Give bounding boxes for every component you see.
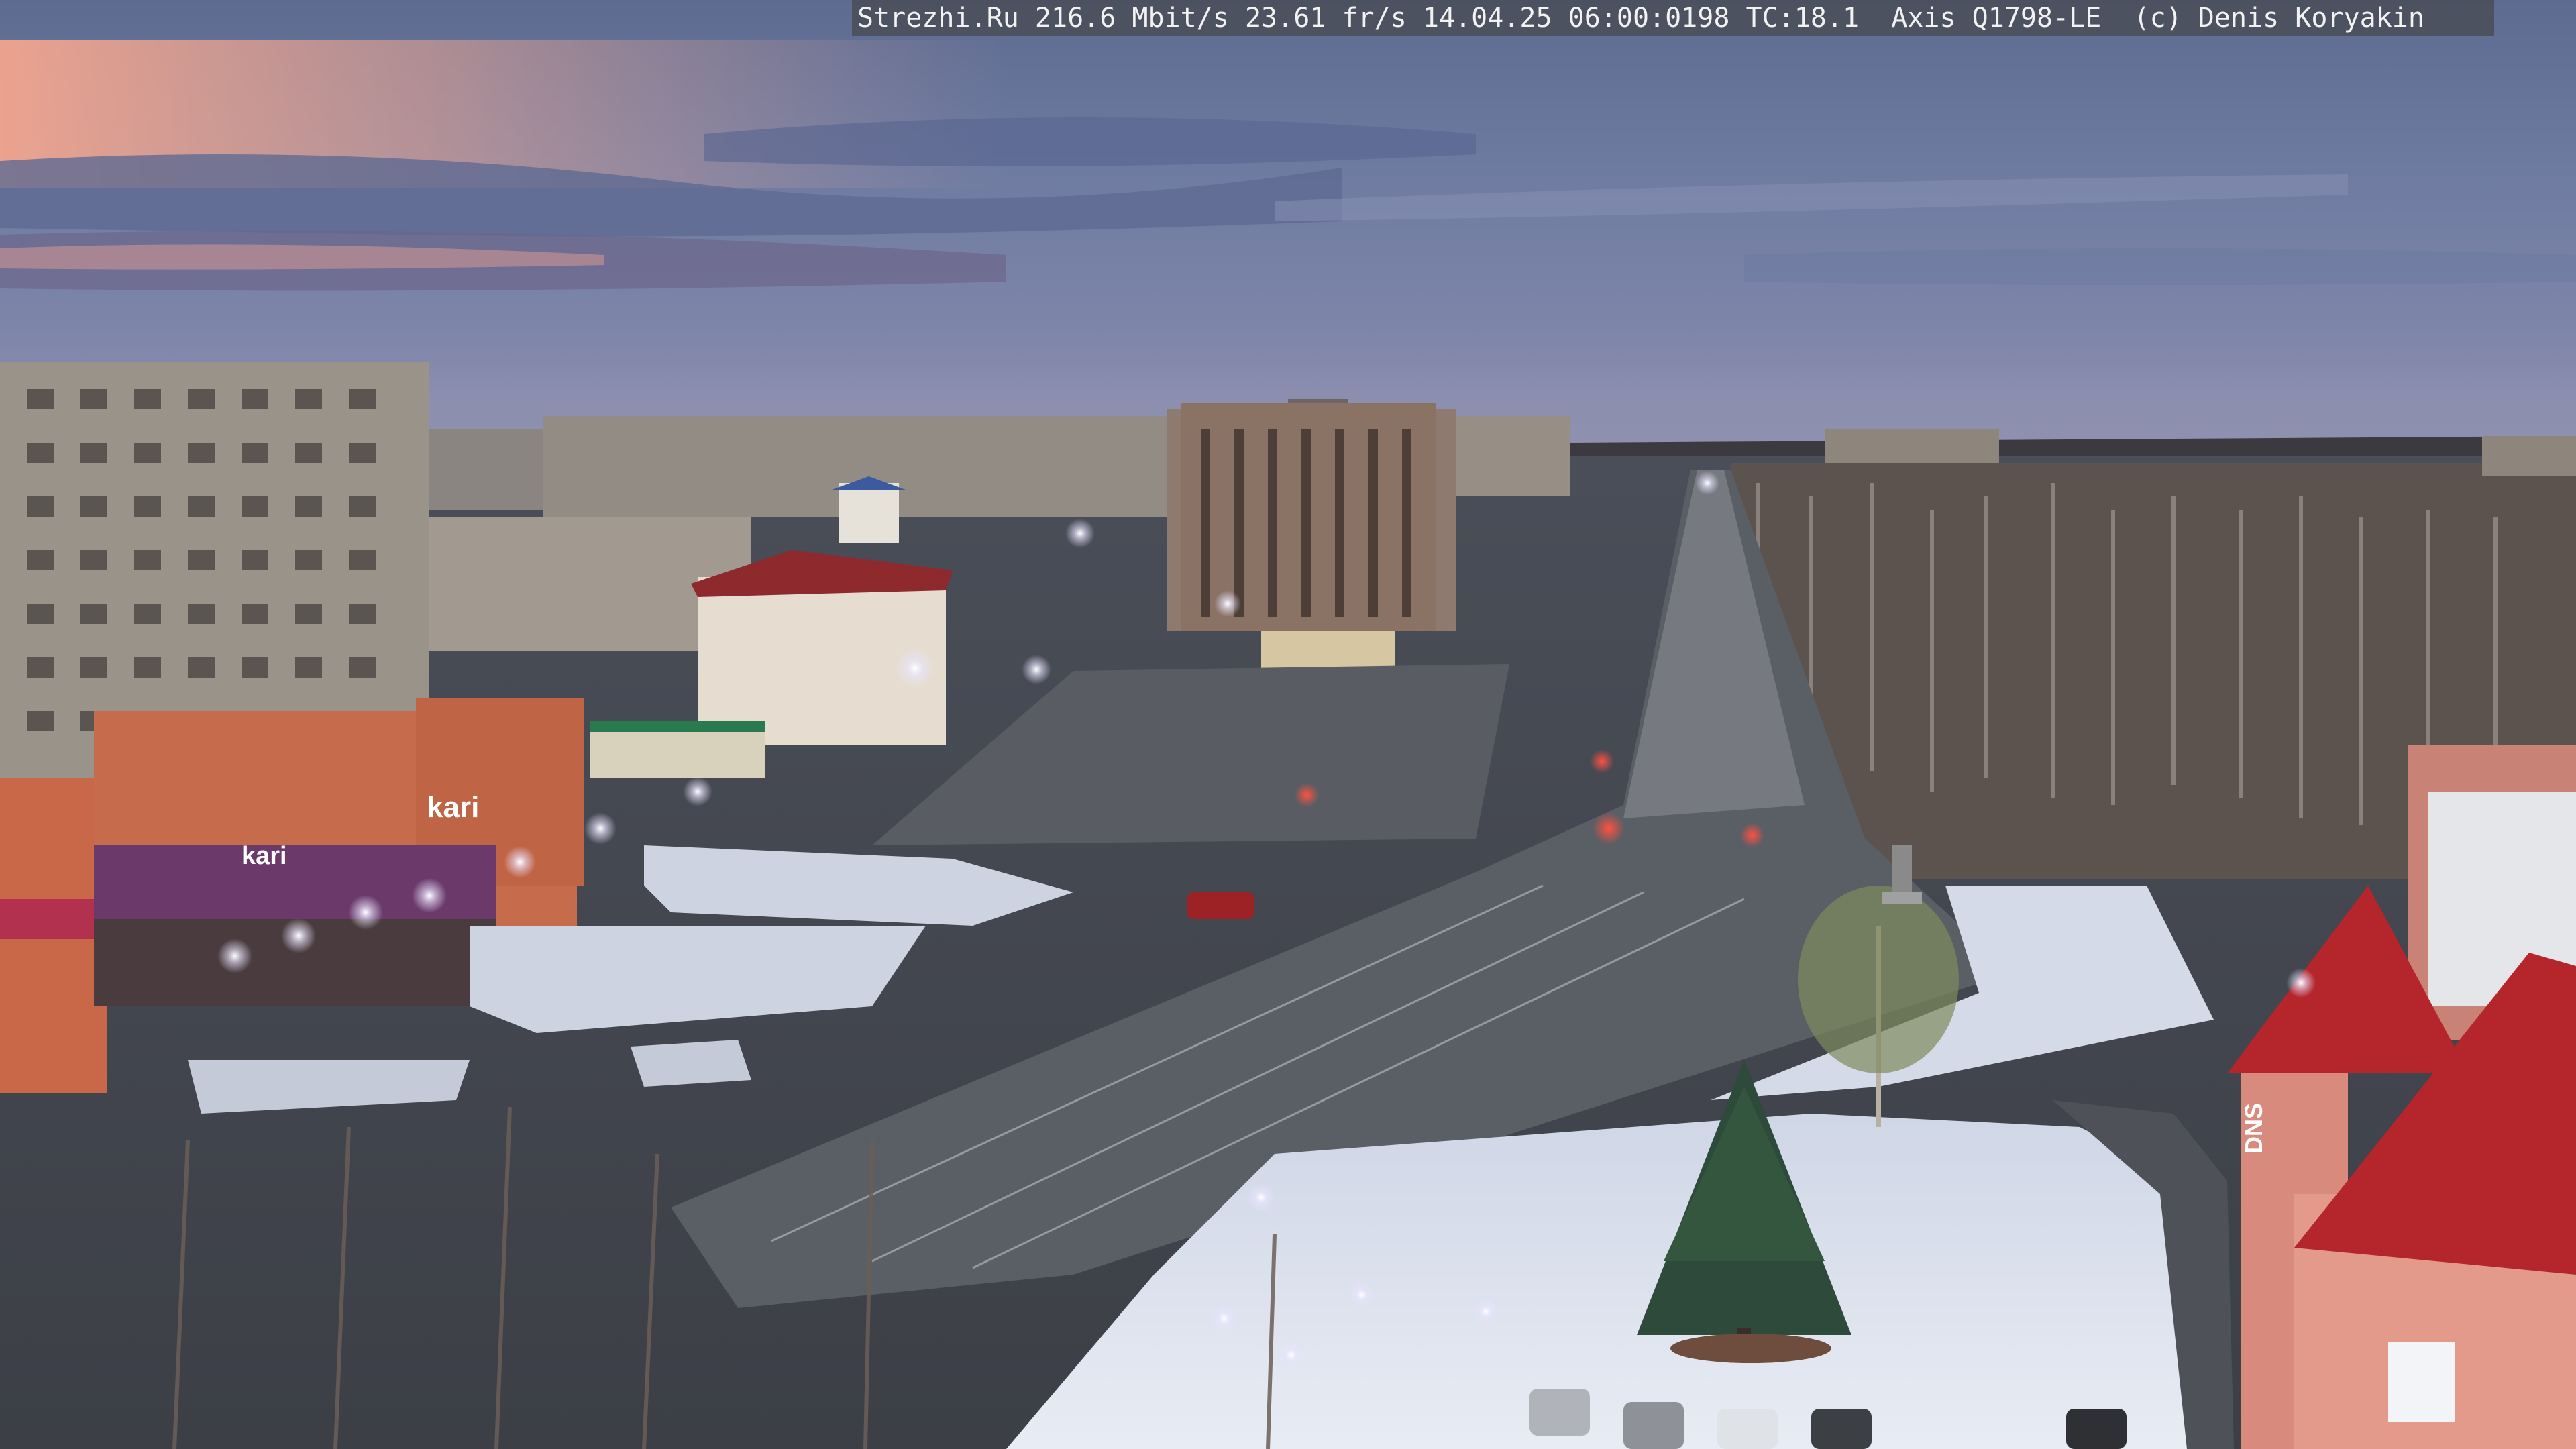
camera-overlay-text: Strezhi.Ru 216.6 Mbit/s 23.61 fr/s 14.04… xyxy=(852,0,2494,36)
dns-sign: DNS xyxy=(2240,1103,2267,1154)
kari-sign-large: kari xyxy=(427,791,479,824)
red-car xyxy=(1187,892,1254,919)
webcam-scene: kari kari DNS xyxy=(0,0,2576,1449)
kari-sign-small: kari xyxy=(241,842,287,870)
snow-patch-left-4 xyxy=(631,1040,751,1087)
